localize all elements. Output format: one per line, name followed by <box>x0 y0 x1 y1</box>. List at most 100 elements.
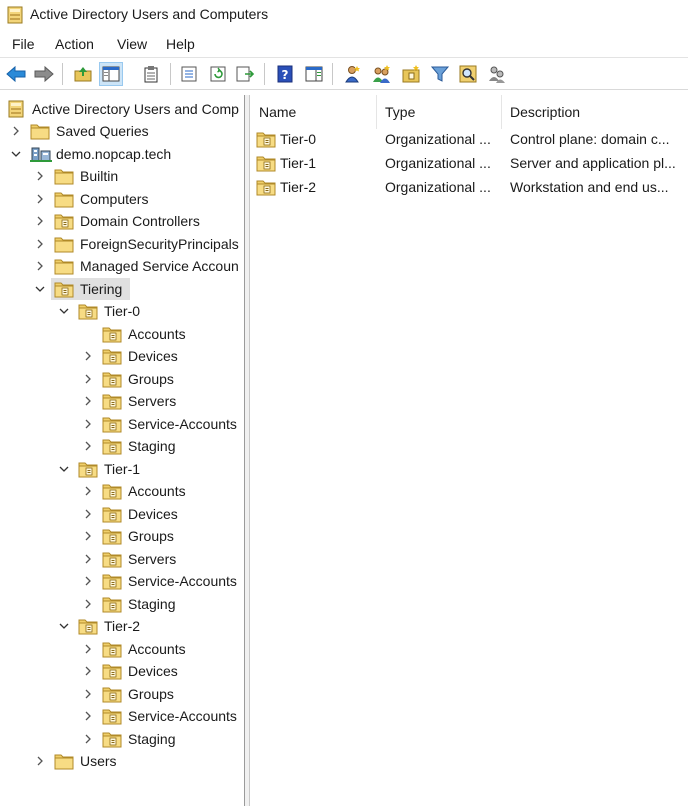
tree-item-label: Staging <box>128 596 176 612</box>
tree-item-tier1-staging[interactable]: Staging <box>0 593 244 615</box>
list-item[interactable]: Tier-1 Organizational ... Server and app… <box>250 151 688 175</box>
ou-icon <box>102 640 122 658</box>
chevron-right-icon[interactable] <box>34 215 46 227</box>
column-header-description[interactable]: Description <box>501 95 688 129</box>
tree-root[interactable]: Active Directory Users and Comp <box>0 98 244 120</box>
chevron-right-icon[interactable] <box>82 733 94 745</box>
menu-file[interactable]: File <box>12 36 35 52</box>
chevron-right-icon[interactable] <box>82 710 94 722</box>
ou-icon <box>102 482 122 500</box>
tree-item-tier1-servers[interactable]: Servers <box>0 548 244 570</box>
chevron-right-icon[interactable] <box>82 598 94 610</box>
tree-item-tier0-service-accounts[interactable]: Service-Accounts <box>0 413 244 435</box>
tree-item-tier-0[interactable]: Tier-0 <box>0 300 244 322</box>
tree-item-tier1-accounts[interactable]: Accounts <box>0 480 244 502</box>
chevron-down-icon[interactable] <box>10 148 22 160</box>
chevron-down-icon[interactable] <box>34 283 46 295</box>
chevron-right-icon[interactable] <box>34 238 46 250</box>
column-header-name[interactable]: Name <box>250 95 377 129</box>
properties-sheet-icon[interactable] <box>139 62 163 86</box>
tree-item-tier2-staging[interactable]: Staging <box>0 728 244 750</box>
tree-item-label: Servers <box>128 393 177 409</box>
chevron-right-icon[interactable] <box>34 260 46 272</box>
tree-item-domain-controllers[interactable]: Domain Controllers <box>0 210 244 232</box>
find-icon[interactable] <box>456 62 480 86</box>
help-icon[interactable]: ? <box>273 62 297 86</box>
tree-item-tier0-devices[interactable]: Devices <box>0 345 244 367</box>
tree-item-tier0-accounts[interactable]: Accounts <box>0 323 244 345</box>
chevron-right-icon[interactable] <box>82 395 94 407</box>
folder-icon <box>54 257 74 275</box>
tree-item-builtin[interactable]: Builtin <box>0 165 244 187</box>
chevron-right-icon[interactable] <box>82 418 94 430</box>
chevron-right-icon[interactable] <box>82 440 94 452</box>
tree-item-tier0-groups[interactable]: Groups <box>0 368 244 390</box>
ou-icon <box>256 154 276 172</box>
chevron-right-icon[interactable] <box>82 508 94 520</box>
tree-item-tier-2[interactable]: Tier-2 <box>0 615 244 637</box>
action-pane-icon[interactable] <box>302 62 326 86</box>
tree-item-saved-queries[interactable]: Saved Queries <box>0 120 244 142</box>
chevron-right-icon[interactable] <box>34 755 46 767</box>
tree-item-foreign-security-principals[interactable]: ForeignSecurityPrincipals <box>0 233 244 255</box>
tree-item-users[interactable]: Users <box>0 750 244 772</box>
new-user-icon[interactable] <box>341 62 365 86</box>
up-folder-icon[interactable] <box>71 62 95 86</box>
chevron-down-icon[interactable] <box>58 620 70 632</box>
folder-icon <box>54 235 74 253</box>
chevron-right-icon[interactable] <box>82 688 94 700</box>
refresh-icon[interactable] <box>206 62 230 86</box>
chevron-right-icon[interactable] <box>10 125 22 137</box>
chevron-right-icon[interactable] <box>82 553 94 565</box>
chevron-right-icon[interactable] <box>82 665 94 677</box>
forward-icon[interactable] <box>32 62 56 86</box>
menu-help[interactable]: Help <box>166 36 195 52</box>
tree-item-computers[interactable]: Computers <box>0 188 244 210</box>
tree-item-tier2-groups[interactable]: Groups <box>0 683 244 705</box>
title-bar: Active Directory Users and Computers <box>0 0 688 30</box>
menu-action[interactable]: Action <box>55 36 94 52</box>
add-to-group-icon[interactable] <box>485 62 509 86</box>
tree-item-label: Accounts <box>128 641 186 657</box>
chevron-right-icon[interactable] <box>82 485 94 497</box>
export-list-icon[interactable] <box>177 62 201 86</box>
tree-item-tier1-groups[interactable]: Groups <box>0 525 244 547</box>
new-group-icon[interactable] <box>370 62 394 86</box>
chevron-down-icon[interactable] <box>58 305 70 317</box>
back-icon[interactable] <box>4 62 28 86</box>
show-hide-console-tree-icon[interactable] <box>99 62 123 86</box>
chevron-right-icon[interactable] <box>82 575 94 587</box>
tree-item-tier1-service-accounts[interactable]: Service-Accounts <box>0 570 244 592</box>
chevron-right-icon[interactable] <box>82 350 94 362</box>
list-item[interactable]: Tier-0 Organizational ... Control plane:… <box>250 127 688 151</box>
tree-item-tier1-devices[interactable]: Devices <box>0 503 244 525</box>
chevron-right-icon[interactable] <box>34 193 46 205</box>
filter-icon[interactable] <box>428 62 452 86</box>
chevron-right-icon[interactable] <box>82 643 94 655</box>
cell-description: Server and application pl... <box>510 155 676 171</box>
menu-view[interactable]: View <box>117 36 147 52</box>
chevron-down-icon[interactable] <box>58 463 70 475</box>
export-arrow-icon[interactable] <box>234 62 258 86</box>
chevron-right-icon[interactable] <box>82 530 94 542</box>
tree-item-tier0-staging[interactable]: Staging <box>0 435 244 457</box>
console-tree[interactable]: Active Directory Users and Comp Saved Qu… <box>0 95 245 806</box>
tree-item-tier-1[interactable]: Tier-1 <box>0 458 244 480</box>
new-ou-icon[interactable] <box>399 62 423 86</box>
column-header-type[interactable]: Type <box>376 95 502 129</box>
tree-item-tier0-servers[interactable]: Servers <box>0 390 244 412</box>
tree-item-tier2-service-accounts[interactable]: Service-Accounts <box>0 705 244 727</box>
tree-item-label: Accounts <box>128 483 186 499</box>
tree-item-tier2-accounts[interactable]: Accounts <box>0 638 244 660</box>
tree-item-tier2-devices[interactable]: Devices <box>0 660 244 682</box>
tree-item-label: Managed Service Accoun <box>80 258 239 274</box>
chevron-right-icon[interactable] <box>34 170 46 182</box>
tree-item-domain[interactable]: demo.nopcap.tech <box>0 143 244 165</box>
chevron-right-icon[interactable] <box>82 373 94 385</box>
tree-item-tiering[interactable]: Tiering <box>0 278 244 300</box>
tree-item-label: Staging <box>128 438 176 454</box>
results-pane[interactable]: Name Type Description Tier-0 Organizatio… <box>249 95 688 806</box>
list-item[interactable]: Tier-2 Organizational ... Workstation an… <box>250 175 688 199</box>
tree-item-managed-service-accounts[interactable]: Managed Service Accoun <box>0 255 244 277</box>
cell-description: Workstation and end us... <box>510 179 669 195</box>
